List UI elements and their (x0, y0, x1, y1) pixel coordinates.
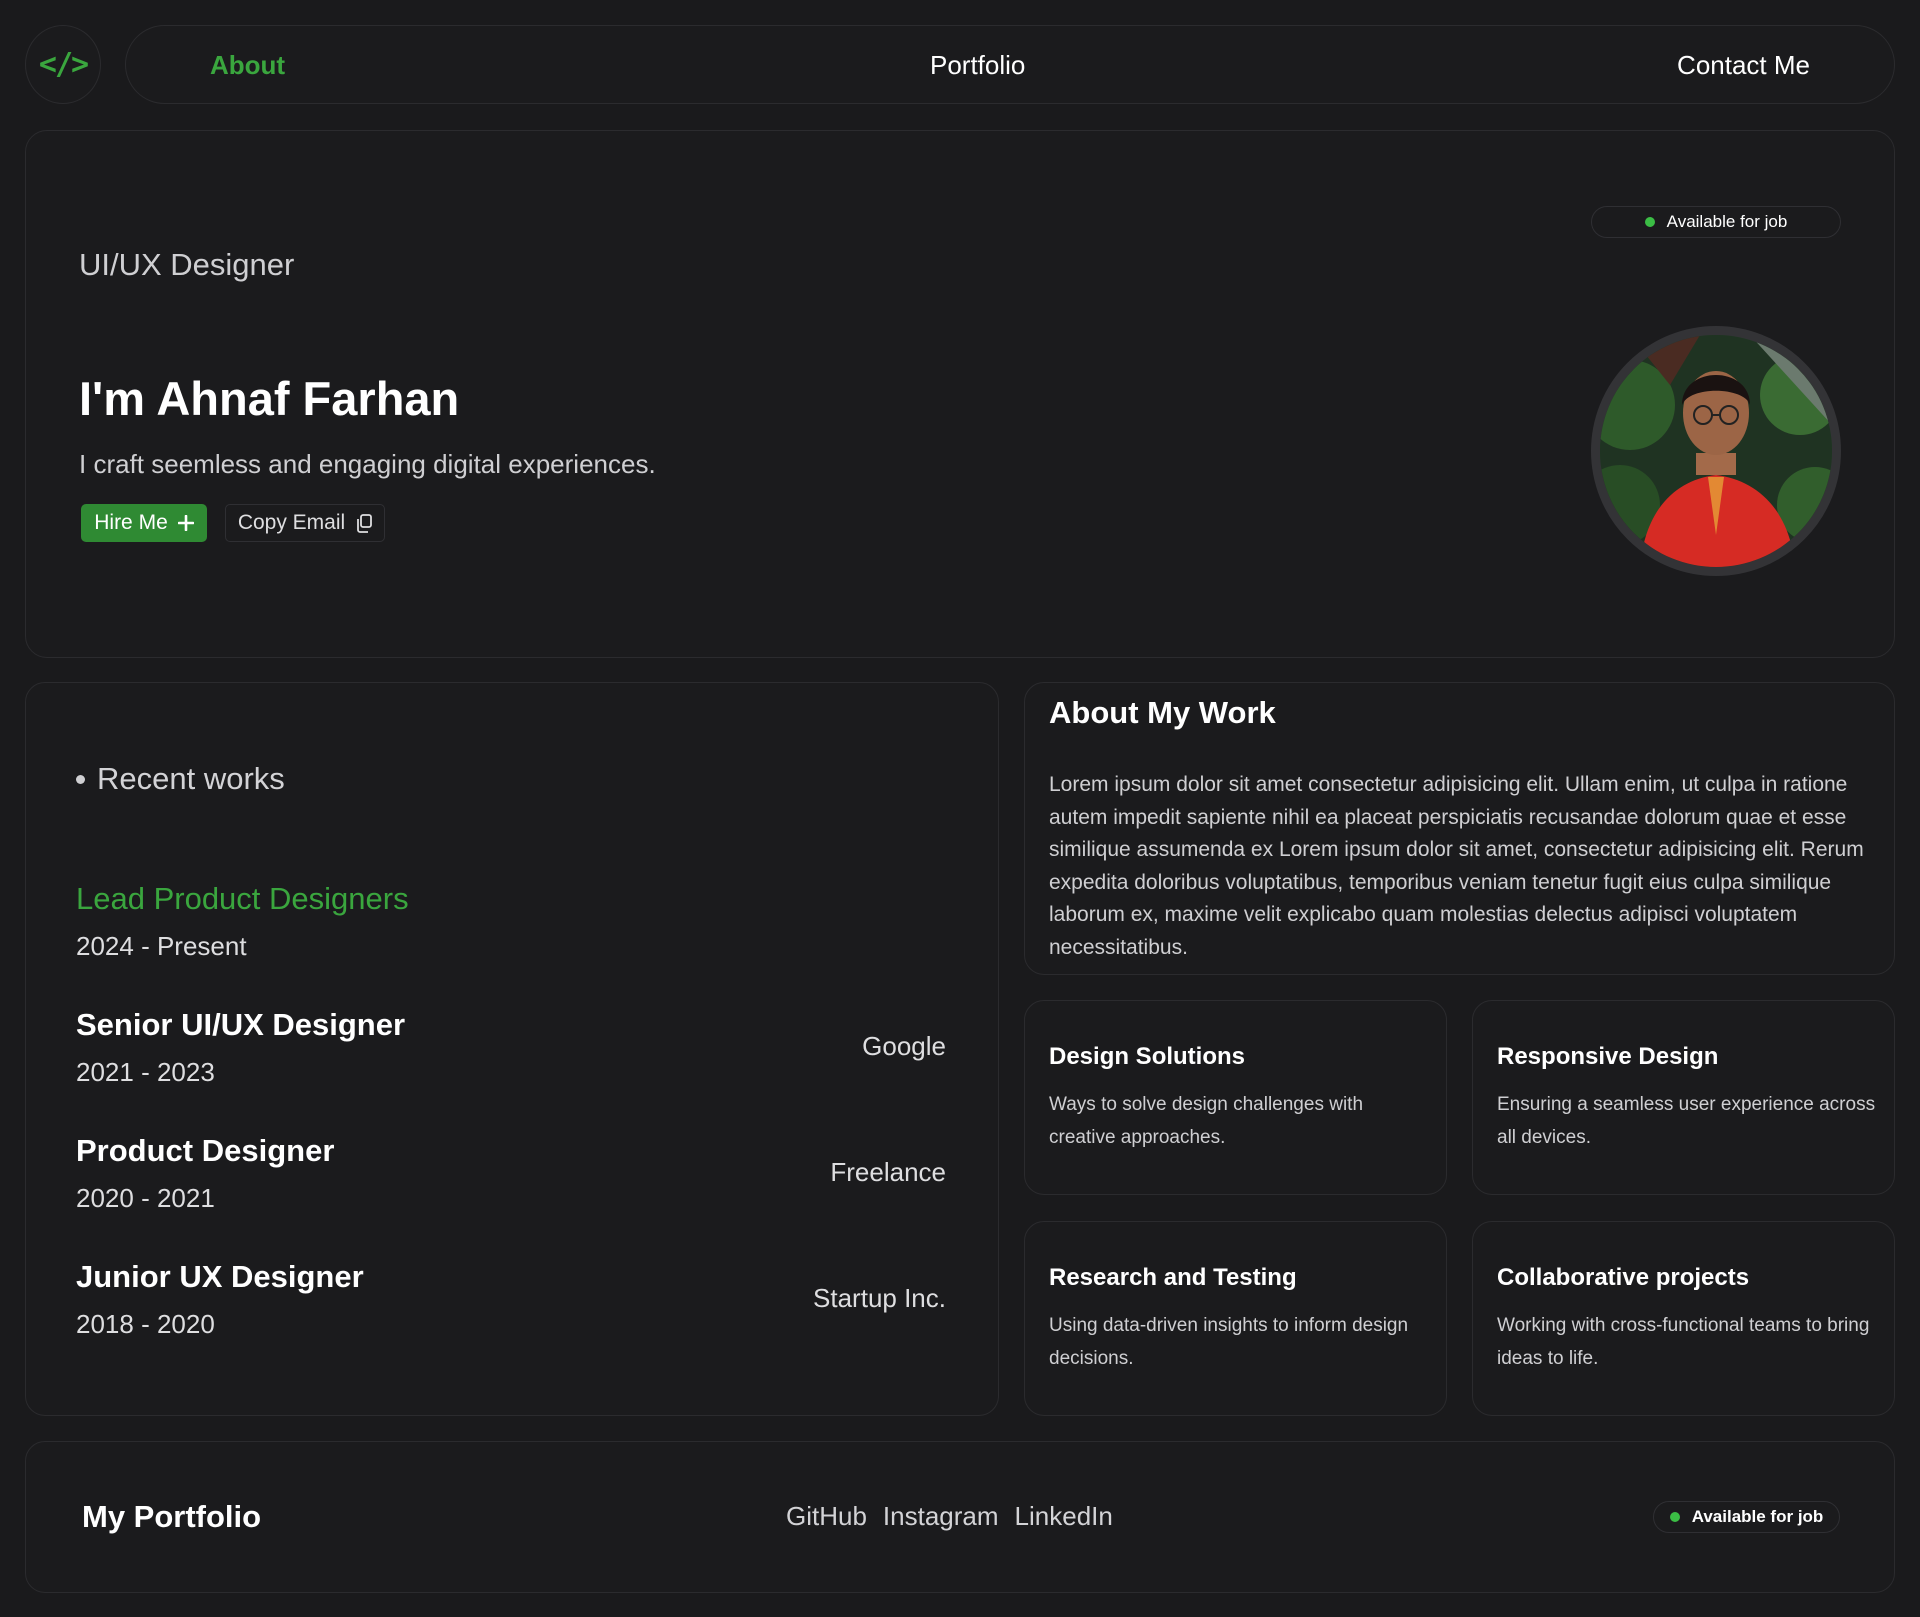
linkedin-link[interactable]: LinkedIn (1015, 1501, 1113, 1532)
about-text: Lorem ipsum dolor sit amet consectetur a… (1049, 773, 1864, 959)
work-period: 2021 - 2023 (76, 1057, 215, 1087)
instagram-link[interactable]: Instagram (883, 1501, 999, 1532)
work-title: Lead Product Designers (76, 881, 409, 916)
github-link[interactable]: GitHub (786, 1501, 867, 1532)
work-item: Lead Product Designers 2024 - Present (76, 881, 946, 962)
availability-text: Available for job (1666, 212, 1788, 231)
hero-name: I'm Ahnaf Farhan (79, 372, 460, 425)
service-description: Ensuring a seamless user experience acro… (1497, 1094, 1876, 1148)
service-description: Ways to solve design challenges with cre… (1049, 1094, 1364, 1148)
code-icon: </> (38, 47, 89, 82)
footer-availability-text: Available for job (1691, 1507, 1824, 1526)
about-my-work-section: About My Work Lorem ipsum dolor sit amet… (1024, 682, 1895, 975)
nav-contact-me[interactable]: Contact Me (1677, 52, 1810, 78)
hire-me-button[interactable]: Hire Me (81, 504, 207, 542)
work-period: 2024 - Present (76, 931, 247, 961)
hero-section: UI/UX Designer I'm Ahnaf Farhan I craft … (25, 130, 1895, 658)
service-title: Responsive Design (1497, 1043, 1719, 1070)
work-item: Senior UI/UX Designer 2021 - 2023 Google (76, 1007, 946, 1088)
work-title: Senior UI/UX Designer (76, 1007, 406, 1042)
work-company: Startup Inc. (813, 1283, 946, 1313)
plus-icon (177, 515, 194, 531)
logo-button[interactable]: </> (25, 25, 101, 104)
service-description: Working with cross-functional teams to b… (1497, 1315, 1870, 1369)
profile-photo (1600, 335, 1832, 567)
work-period: 2020 - 2021 (76, 1183, 215, 1213)
work-item: Product Designer 2020 - 2021 Freelance (76, 1133, 946, 1214)
copy-email-label: Copy Email (237, 511, 346, 534)
bullet-icon (76, 774, 85, 784)
hire-me-label: Hire Me (94, 511, 168, 534)
recent-works-section: Recent works Lead Product Designers 2024… (25, 682, 999, 1416)
status-dot-icon (1669, 1512, 1680, 1522)
service-card-research-testing: Research and Testing Using data-driven i… (1024, 1221, 1447, 1416)
footer-links: GitHub Instagram LinkedIn (786, 1501, 1113, 1532)
work-item: Junior UX Designer 2018 - 2020 Startup I… (76, 1259, 946, 1340)
about-title: About My Work (1049, 695, 1276, 730)
nav-portfolio[interactable]: Portfolio (930, 52, 1025, 78)
navbar: About Portfolio Contact Me (125, 25, 1895, 104)
service-title: Collaborative projects (1497, 1264, 1750, 1291)
nav-about[interactable]: About (210, 52, 285, 78)
work-company: Google (862, 1031, 946, 1061)
service-card-design-solutions: Design Solutions Ways to solve design ch… (1024, 1000, 1447, 1195)
service-card-collaborative-projects: Collaborative projects Working with cros… (1472, 1221, 1895, 1416)
copy-icon (357, 513, 373, 533)
status-dot-icon (1644, 217, 1655, 227)
service-title: Design Solutions (1049, 1043, 1246, 1070)
work-company: Freelance (830, 1157, 946, 1187)
work-title: Product Designer (76, 1133, 335, 1168)
hero-tagline: I craft seemless and engaging digital ex… (79, 449, 656, 479)
recent-works-heading: Recent works (76, 761, 285, 797)
availability-badge: Available for job (1591, 206, 1841, 238)
recent-works-title: Recent works (97, 761, 285, 796)
avatar (1591, 326, 1841, 576)
footer-availability-badge: Available for job (1653, 1501, 1840, 1533)
hero-role: UI/UX Designer (79, 247, 295, 282)
footer-title: My Portfolio (82, 1499, 262, 1534)
copy-email-button[interactable]: Copy Email (225, 504, 385, 542)
footer: My Portfolio GitHub Instagram LinkedIn A… (25, 1441, 1895, 1593)
service-title: Research and Testing (1049, 1264, 1297, 1291)
service-card-responsive-design: Responsive Design Ensuring a seamless us… (1472, 1000, 1895, 1195)
service-description: Using data-driven insights to inform des… (1049, 1315, 1409, 1369)
